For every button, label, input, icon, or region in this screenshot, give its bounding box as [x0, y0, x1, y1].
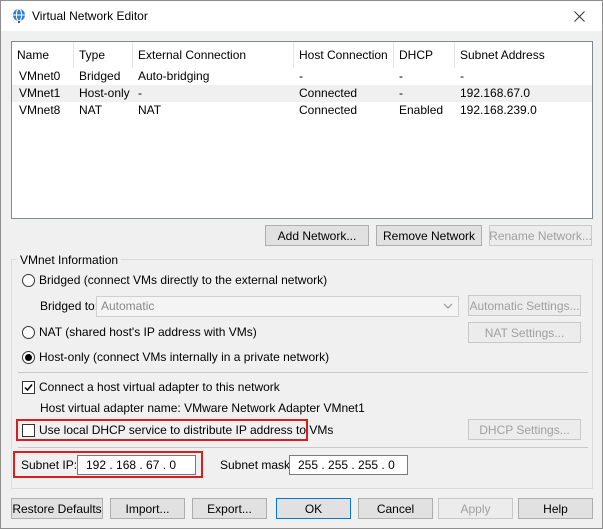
checkmark-icon: [24, 384, 33, 392]
bridged-label[interactable]: Bridged (connect VMs directly to the ext…: [39, 273, 327, 287]
table-row[interactable]: VMnet1 Host-only - Connected - 192.168.6…: [12, 85, 592, 102]
virtual-network-editor-window: Virtual Network Editor Name Type Externa…: [0, 0, 603, 529]
dhcp-label[interactable]: Use local DHCP service to distribute IP …: [39, 423, 333, 437]
col-header-host[interactable]: Host Connection: [294, 42, 394, 68]
dhcp-checkbox[interactable]: [22, 424, 35, 437]
network-table[interactable]: Name Type External Connection Host Conne…: [11, 41, 593, 219]
chevron-down-icon: [443, 303, 453, 309]
subnet-ip-input[interactable]: 192 . 168 . 67 . 0: [77, 455, 196, 475]
cell-dhcp: Enabled: [399, 103, 444, 117]
help-button[interactable]: Help: [518, 498, 593, 519]
cell-subnet: 192.168.67.0: [460, 86, 531, 100]
cell-external: NAT: [138, 103, 162, 117]
col-header-type[interactable]: Type: [74, 42, 133, 68]
cell-external: Auto-bridging: [138, 69, 210, 83]
connect-adapter-label[interactable]: Connect a host virtual adapter to this n…: [39, 380, 280, 394]
window-title: Virtual Network Editor: [32, 9, 148, 23]
separator: [18, 447, 588, 448]
cell-type: Host-only: [79, 86, 130, 100]
rename-network-button[interactable]: Rename Network...: [489, 225, 592, 246]
export-button[interactable]: Export...: [192, 498, 267, 519]
adapter-name-label: Host virtual adapter name: VMware Networ…: [40, 401, 365, 415]
bridged-to-value: Automatic: [101, 299, 155, 313]
host-only-label[interactable]: Host-only (connect VMs internally in a p…: [39, 350, 329, 364]
col-header-external[interactable]: External Connection: [133, 42, 294, 68]
remove-network-button[interactable]: Remove Network: [376, 225, 482, 246]
col-header-subnet[interactable]: Subnet Address: [455, 42, 555, 68]
cell-external: -: [138, 86, 142, 100]
restore-defaults-button[interactable]: Restore Defaults: [11, 498, 103, 519]
cell-type: NAT: [79, 103, 103, 117]
nat-label[interactable]: NAT (shared host's IP address with VMs): [39, 325, 257, 339]
close-icon: [573, 10, 585, 22]
col-header-name[interactable]: Name: [12, 42, 74, 68]
table-row[interactable]: VMnet8 NAT NAT Connected Enabled 192.168…: [12, 102, 592, 119]
separator: [18, 372, 588, 373]
apply-button[interactable]: Apply: [438, 498, 513, 519]
cell-name: VMnet1: [19, 86, 61, 100]
radio-selected-dot: [25, 354, 32, 361]
cell-dhcp: -: [399, 86, 403, 100]
connect-adapter-checkbox[interactable]: [22, 381, 35, 394]
host-only-radio[interactable]: [22, 351, 35, 364]
cell-name: VMnet8: [19, 103, 61, 117]
cell-type: Bridged: [79, 69, 121, 83]
subnet-mask-input[interactable]: 255 . 255 . 255 . 0: [289, 455, 408, 475]
table-row[interactable]: VMnet0 Bridged Auto-bridging - - -: [12, 68, 592, 85]
dhcp-settings-button[interactable]: DHCP Settings...: [468, 419, 581, 440]
cell-dhcp: -: [399, 69, 403, 83]
import-button[interactable]: Import...: [110, 498, 185, 519]
bridged-to-select[interactable]: Automatic: [96, 296, 459, 317]
bridged-radio[interactable]: [22, 274, 35, 287]
close-button[interactable]: [556, 1, 602, 31]
cancel-button[interactable]: Cancel: [358, 498, 433, 519]
nat-radio[interactable]: [22, 326, 35, 339]
ok-button[interactable]: OK: [276, 498, 351, 519]
cell-subnet: 192.168.239.0: [460, 103, 537, 117]
subnet-ip-label: Subnet IP:: [21, 458, 78, 472]
cell-host: Connected: [299, 86, 358, 100]
add-network-button[interactable]: Add Network...: [265, 225, 369, 246]
vmnet-information-title: VMnet Information: [17, 253, 122, 267]
cell-subnet: -: [460, 69, 464, 83]
cell-host: Connected: [299, 103, 358, 117]
automatic-settings-button[interactable]: Automatic Settings...: [468, 295, 581, 316]
bridged-to-label: Bridged to:: [40, 299, 99, 313]
title-bar: Virtual Network Editor: [1, 1, 602, 31]
nat-settings-button[interactable]: NAT Settings...: [468, 322, 581, 343]
col-header-dhcp[interactable]: DHCP: [394, 42, 455, 68]
cell-name: VMnet0: [19, 69, 61, 83]
subnet-mask-label: Subnet mask:: [220, 458, 294, 472]
cell-host: -: [299, 69, 303, 83]
globe-network-icon: [13, 8, 25, 23]
